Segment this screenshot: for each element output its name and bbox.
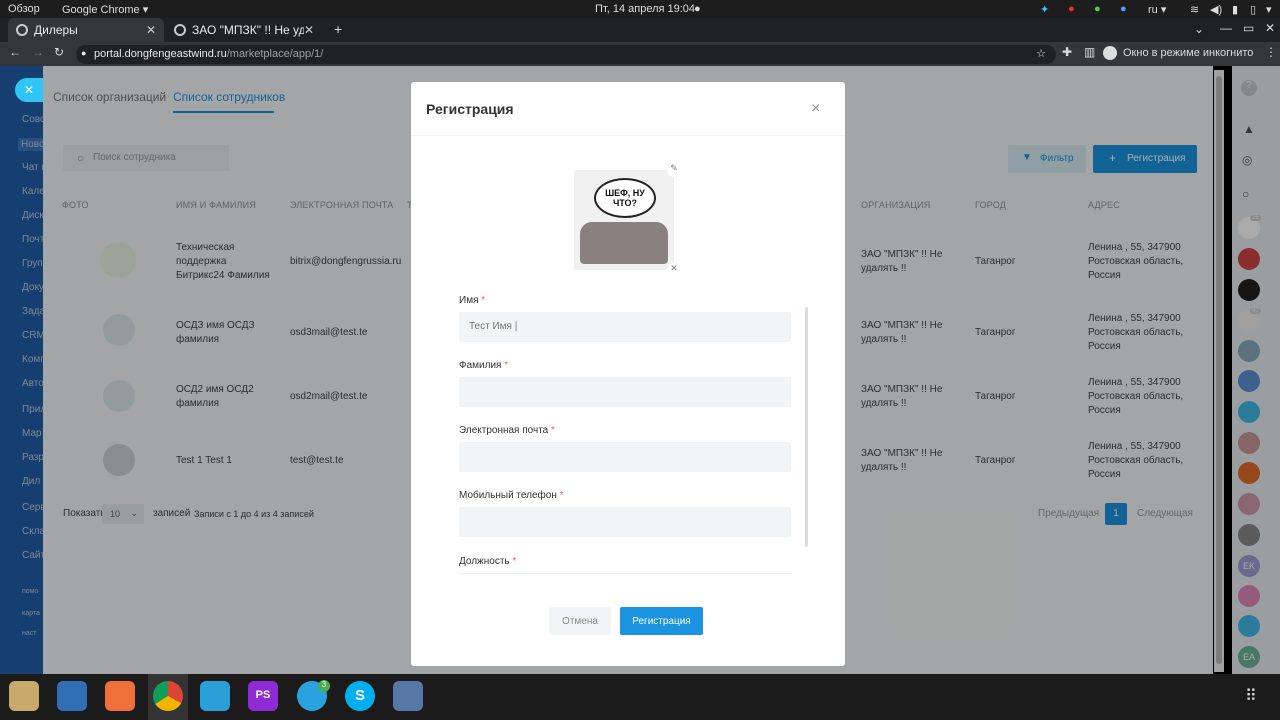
position-label: Должность *: [459, 556, 516, 567]
power-menu-icon[interactable]: ▾: [1266, 3, 1272, 16]
tab-org[interactable]: ЗАО "МПЗК" !! Не удалять ✕: [166, 18, 322, 42]
avatar-preview[interactable]: ШЕФ, НУ ЧТО?: [574, 170, 674, 270]
tray-chrome-icon[interactable]: ●: [1120, 3, 1127, 15]
email-label: Электронная почта *: [459, 425, 555, 436]
mic-icon[interactable]: ▮: [1232, 3, 1238, 16]
incognito-label[interactable]: Окно в режиме инкогнито: [1123, 47, 1253, 59]
form-scroll-edge: [459, 573, 791, 574]
cancel-button[interactable]: Отмена: [549, 607, 611, 635]
close-slider-icon[interactable]: ✕: [15, 78, 43, 102]
volume-icon[interactable]: ◀): [1210, 3, 1222, 16]
side-panel-icon[interactable]: ▥: [1084, 45, 1095, 59]
last-name-input[interactable]: [459, 377, 791, 407]
tab-title: Дилеры: [34, 23, 78, 37]
close-window-icon[interactable]: ✕: [1265, 21, 1275, 35]
avatar-picture: [580, 222, 668, 264]
software-center-icon[interactable]: [105, 681, 135, 711]
app-grid-icon[interactable]: ⠿: [1245, 686, 1257, 706]
url-host: portal.dongfengeastwind.ru: [94, 48, 227, 60]
bitrix-favicon-icon: [174, 24, 186, 36]
screenshot-app-icon[interactable]: [393, 681, 423, 711]
required-mark: *: [481, 295, 486, 306]
maximize-icon[interactable]: ▭: [1243, 21, 1254, 35]
modal-divider: [411, 135, 845, 136]
close-tab-icon[interactable]: ✕: [146, 23, 156, 37]
edit-avatar-icon[interactable]: ✎: [667, 163, 681, 177]
required-mark: *: [504, 360, 509, 371]
language-indicator[interactable]: ru ▾: [1148, 3, 1166, 16]
minimize-icon[interactable]: —: [1220, 21, 1232, 35]
form-scrollbar[interactable]: [805, 307, 808, 547]
tray-app-icon[interactable]: ✦: [1040, 3, 1049, 16]
bird-app-icon[interactable]: [200, 681, 230, 711]
label-text: Электронная почта: [459, 425, 549, 436]
clock[interactable]: Пт, 14 апреля 19:04: [595, 3, 695, 15]
dock: [0, 674, 1280, 720]
telegram-badge: 3: [318, 680, 330, 692]
battery-icon[interactable]: ▯: [1250, 3, 1256, 16]
new-tab-button[interactable]: +: [334, 21, 342, 37]
modal-title: Регистрация: [426, 101, 514, 117]
modal-close-icon[interactable]: ×: [811, 100, 820, 118]
address-bar[interactable]: ● portal.dongfengeastwind.ru/marketplace…: [76, 45, 1056, 64]
label-text: Фамилия: [459, 360, 502, 371]
bitrix-favicon-icon: [16, 24, 28, 36]
phpstorm-app-icon[interactable]: PS: [248, 681, 278, 711]
tab-title: ЗАО "МПЗК" !! Не удалять: [192, 23, 304, 37]
required-mark: *: [559, 490, 564, 501]
close-tab-icon[interactable]: ✕: [304, 23, 314, 37]
tab-search-icon[interactable]: ⌄: [1194, 22, 1204, 36]
back-icon[interactable]: ←: [9, 45, 21, 59]
os-top-bar: Обзор Google Chrome ▾ Пт, 14 апреля 19:0…: [0, 0, 1280, 18]
wifi-icon[interactable]: ≋: [1190, 3, 1199, 16]
activities-button[interactable]: Обзор: [8, 3, 40, 15]
tray-check-icon[interactable]: ●: [1094, 3, 1101, 15]
phone-label: Мобильный телефон *: [459, 490, 564, 501]
required-mark: *: [551, 425, 555, 436]
tab-strip: Дилеры ✕ ЗАО "МПЗК" !! Не удалять ✕ + ⌄ …: [0, 18, 1280, 42]
remove-avatar-icon[interactable]: ✕: [667, 263, 681, 277]
last-name-label: Фамилия *: [459, 360, 508, 371]
toolbar: ← → ↻ ● portal.dongfengeastwind.ru/marke…: [0, 42, 1280, 66]
label-text: Должность: [459, 556, 510, 567]
chrome-app-icon[interactable]: [153, 681, 183, 711]
email-input[interactable]: [459, 442, 791, 472]
forward-icon[interactable]: →: [32, 45, 44, 59]
extensions-icon[interactable]: ✚: [1062, 45, 1072, 59]
required-mark: *: [512, 556, 517, 567]
avatar-speech-bubble: ШЕФ, НУ ЧТО?: [594, 178, 656, 218]
registration-modal: Регистрация × ШЕФ, НУ ЧТО? ✎ ✕ Имя * Тес…: [411, 82, 845, 666]
app-menu[interactable]: Google Chrome ▾: [62, 3, 148, 16]
first-name-input[interactable]: Тест Имя |: [459, 312, 791, 342]
incognito-icon: [1103, 46, 1117, 60]
tray-record-icon[interactable]: ●: [1068, 3, 1075, 15]
label-text: Мобильный телефон: [459, 490, 557, 501]
skype-app-icon[interactable]: S: [345, 681, 375, 711]
files-app-icon[interactable]: [9, 681, 39, 711]
submit-registration-button[interactable]: Регистрация: [620, 607, 703, 635]
reload-icon[interactable]: ↻: [54, 45, 64, 59]
phone-input[interactable]: [459, 507, 791, 537]
url-path: /marketplace/app/1/: [226, 48, 324, 60]
browser-menu-icon[interactable]: ⋮: [1265, 45, 1277, 59]
first-name-label: Имя *: [459, 295, 485, 306]
notification-dot-icon: ●: [694, 3, 701, 15]
label-text: Имя: [459, 295, 479, 306]
writer-app-icon[interactable]: [57, 681, 87, 711]
bookmark-star-icon[interactable]: ☆: [1036, 47, 1046, 60]
tab-dealers[interactable]: Дилеры ✕: [8, 18, 164, 42]
lock-icon: ●: [81, 48, 87, 58]
